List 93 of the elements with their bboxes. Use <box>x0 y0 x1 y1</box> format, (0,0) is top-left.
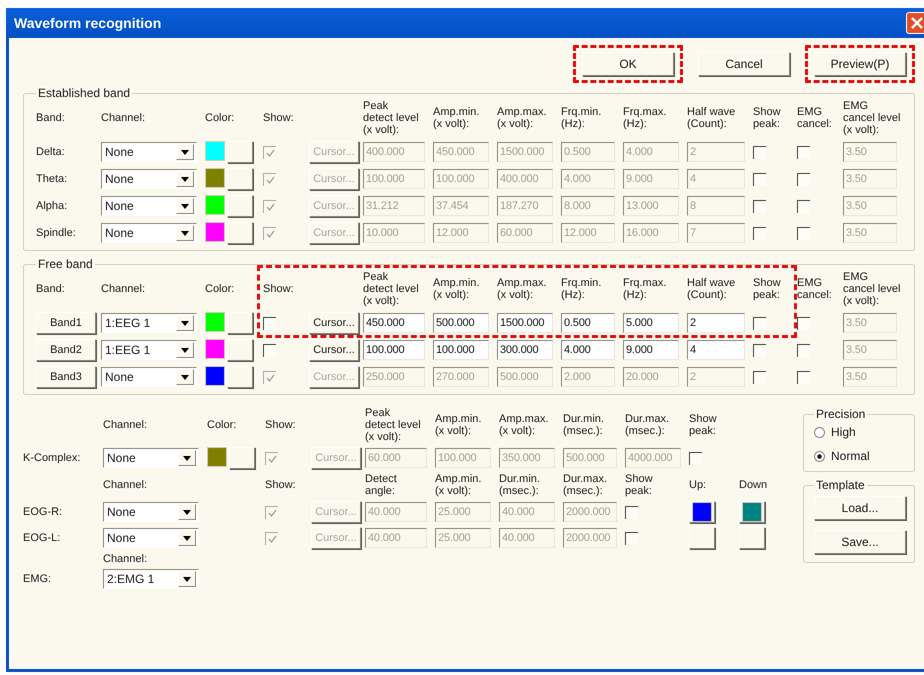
column-header: Band: <box>36 283 65 295</box>
column-header: Frq.max. (Hz): <box>623 277 666 301</box>
channel-dropdown[interactable]: None <box>103 448 199 468</box>
column-header: EMG cancel level (x volt): <box>843 271 900 307</box>
channel-dropdown[interactable]: 2:EMG 1 <box>103 569 199 589</box>
column-header: Show: <box>263 112 294 124</box>
column-header: Peak detect level (x volt): <box>363 271 419 307</box>
cursor-button[interactable]: Cursor... <box>309 312 359 334</box>
channel-dropdown[interactable]: None <box>101 223 197 243</box>
column-header: Dur.max. (msec.): <box>625 413 670 437</box>
dialog-button[interactable]: Preview(P) <box>814 52 906 76</box>
column-header: Peak detect level (x volt): <box>363 100 419 136</box>
radio-option[interactable]: Normal <box>814 449 906 463</box>
column-header: Channel: <box>103 479 148 491</box>
column-header: Down <box>739 479 768 491</box>
column-header: Amp.min. (x volt): <box>435 413 482 437</box>
template-button[interactable]: Load... <box>814 496 906 520</box>
column-header: Amp.max. (x volt): <box>497 277 547 301</box>
row-label: EMG: <box>23 573 52 585</box>
column-header: EMG cancel: <box>797 106 832 130</box>
column-header: Frq.min. (Hz): <box>561 106 602 130</box>
column-header: Channel: <box>103 419 148 431</box>
column-header: Show peak: <box>689 413 717 437</box>
channel-dropdown[interactable]: None <box>101 142 197 162</box>
window-title: Waveform recognition <box>14 15 162 31</box>
column-header: Band: <box>36 112 65 124</box>
column-header: Half wave (Count): <box>687 106 736 130</box>
row-label: EOG-L: <box>23 532 60 544</box>
column-header: Dur.min. (msec.): <box>499 473 540 497</box>
column-header: Show: <box>265 419 296 431</box>
column-header: Show peak: <box>753 277 781 301</box>
column-header: Half wave (Count): <box>687 277 736 301</box>
row-label: K-Complex: <box>23 452 80 464</box>
column-header: Detect angle: <box>365 473 397 497</box>
value-field[interactable]: 9.000 <box>623 340 679 360</box>
value-field[interactable]: 300.000 <box>497 340 553 360</box>
value-field[interactable]: 450.000 <box>363 313 425 333</box>
value-field[interactable]: 100.000 <box>433 340 489 360</box>
row-label: Alpha: <box>36 200 68 212</box>
group-title: Free band <box>37 257 94 271</box>
column-header: Up: <box>689 479 706 491</box>
column-header: Frq.max. (Hz): <box>623 106 666 130</box>
column-header: Show: <box>263 283 294 295</box>
column-header: Channel: <box>101 283 146 295</box>
channel-dropdown[interactable]: 1:EEG 1 <box>101 340 197 360</box>
column-header: Dur.min. (msec.): <box>563 413 604 437</box>
radio-option[interactable]: High <box>814 425 906 439</box>
value-field[interactable]: 2 <box>687 313 745 333</box>
column-header: Dur.max. (msec.): <box>563 473 608 497</box>
column-header: Amp.min. (x volt): <box>433 277 480 301</box>
column-header: Color: <box>207 419 236 431</box>
column-header: Channel: <box>101 112 146 124</box>
cursor-button[interactable]: Cursor... <box>309 339 359 361</box>
band-button[interactable]: Band1 <box>36 312 96 334</box>
column-header: EMG cancel level (x volt): <box>843 100 900 136</box>
column-header: Show peak: <box>625 473 653 497</box>
column-header: Frq.min. (Hz): <box>561 277 602 301</box>
value-field[interactable]: 4 <box>687 340 745 360</box>
group-title: Established band <box>37 86 132 100</box>
column-header: Amp.max. (x volt): <box>497 106 547 130</box>
column-header: Channel: <box>103 553 148 565</box>
channel-dropdown[interactable]: 1:EEG 1 <box>101 313 197 333</box>
band-button[interactable]: Band2 <box>36 339 96 361</box>
template-button[interactable]: Save... <box>814 530 906 554</box>
channel-dropdown[interactable]: None <box>103 502 199 522</box>
dialog-button[interactable]: Cancel <box>698 52 790 76</box>
channel-dropdown[interactable]: None <box>101 169 197 189</box>
group-title: Template <box>815 478 866 492</box>
value-field[interactable]: 500.000 <box>433 313 489 333</box>
row-label: EOG-R: <box>23 506 62 518</box>
column-header: Show peak: <box>753 106 781 130</box>
group-title: Precision <box>815 407 866 421</box>
column-header: EMG cancel: <box>797 277 832 301</box>
value-field[interactable]: 1500.000 <box>497 313 553 333</box>
dialog-button[interactable]: OK <box>582 52 674 76</box>
value-field[interactable]: 5.000 <box>623 313 679 333</box>
column-header: Color: <box>205 283 234 295</box>
column-header: Amp.min. (x volt): <box>433 106 480 130</box>
channel-dropdown[interactable]: None <box>103 528 199 548</box>
band-button[interactable]: Band3 <box>36 366 96 388</box>
column-header: Amp.min. (x volt): <box>435 473 482 497</box>
value-field[interactable]: 100.000 <box>363 340 425 360</box>
row-label: Delta: <box>36 146 65 158</box>
column-header: Amp.max. (x volt): <box>499 413 549 437</box>
column-header: Peak detect level (x volt): <box>365 407 421 443</box>
channel-dropdown[interactable]: None <box>101 367 197 387</box>
channel-dropdown[interactable]: None <box>101 196 197 216</box>
row-label: Spindle: <box>36 227 76 239</box>
row-label: Theta: <box>36 173 68 185</box>
value-field[interactable]: 0.500 <box>561 313 615 333</box>
value-field[interactable]: 4.000 <box>561 340 615 360</box>
column-header: Show: <box>265 479 296 491</box>
column-header: Color: <box>205 112 234 124</box>
